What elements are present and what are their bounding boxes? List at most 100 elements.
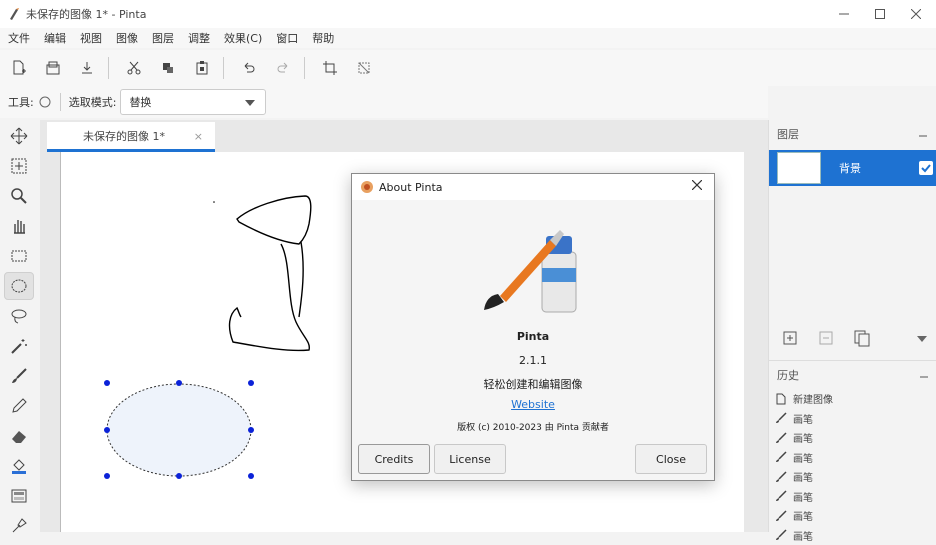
selection-handle[interactable] <box>104 473 110 479</box>
maximize-icon <box>875 9 885 19</box>
history-item[interactable]: 新建图像 <box>769 389 936 409</box>
duplicate-layer-icon[interactable] <box>853 329 871 347</box>
selection-handle[interactable] <box>104 380 110 386</box>
move-selection-tool[interactable] <box>4 152 34 180</box>
brush-stroke <box>230 244 310 350</box>
menu-window[interactable]: 窗口 <box>268 30 304 46</box>
toolbar-separator <box>304 57 305 79</box>
tab-close-button[interactable]: × <box>194 130 203 143</box>
title-bar: 未保存的图像 1* - Pinta <box>0 0 936 28</box>
paste-button[interactable] <box>187 53 217 83</box>
layer-row-background[interactable]: 背景 <box>769 150 936 186</box>
ellipse-select-icon <box>10 277 28 295</box>
eraser-tool[interactable] <box>4 422 34 450</box>
history-item-label: 画笔 <box>793 450 813 465</box>
selection-handle[interactable] <box>176 473 182 479</box>
move-selected-tool[interactable] <box>4 122 34 150</box>
zoom-tool[interactable] <box>4 182 34 210</box>
pan-tool[interactable] <box>4 212 34 240</box>
open-button[interactable] <box>38 53 68 83</box>
minimize-icon <box>839 9 849 19</box>
close-window-button[interactable] <box>898 0 934 28</box>
credits-button[interactable]: Credits <box>358 444 430 474</box>
chevron-down-icon <box>245 100 255 106</box>
deselect-button[interactable] <box>349 53 379 83</box>
toolbar-separator <box>108 57 109 79</box>
cut-button[interactable] <box>119 53 149 83</box>
document-tab[interactable]: 未保存的图像 1* × <box>47 122 215 152</box>
paintbrush-icon <box>775 471 787 483</box>
history-item[interactable]: 画笔 <box>769 487 936 507</box>
menu-layers[interactable]: 图层 <box>144 30 180 46</box>
window-title: 未保存的图像 1* - Pinta <box>26 6 146 22</box>
magic-wand-tool[interactable] <box>4 332 34 360</box>
minimize-panel-icon[interactable] <box>919 369 929 379</box>
minimize-panel-icon[interactable] <box>918 128 928 138</box>
toolbar-separator <box>223 57 224 79</box>
dialog-close-button[interactable] <box>692 179 702 194</box>
paintbrush-icon <box>775 412 787 424</box>
selection-handle[interactable] <box>248 473 254 479</box>
color-picker-tool[interactable] <box>4 512 34 540</box>
menu-help[interactable]: 帮助 <box>304 30 340 46</box>
paint-bucket-tool[interactable] <box>4 452 34 480</box>
selection-handle[interactable] <box>176 380 182 386</box>
gradient-icon <box>10 487 28 505</box>
history-item-label: 画笔 <box>793 489 813 504</box>
menu-adjustments[interactable]: 调整 <box>180 30 216 46</box>
menu-edit[interactable]: 编辑 <box>36 30 72 46</box>
history-item[interactable]: 画笔 <box>769 448 936 468</box>
history-item[interactable]: 画笔 <box>769 409 936 429</box>
add-layer-icon[interactable] <box>781 329 799 347</box>
gradient-tool[interactable] <box>4 482 34 510</box>
menu-file[interactable]: 文件 <box>0 30 36 46</box>
paintbrush-tool[interactable] <box>4 362 34 390</box>
history-item[interactable]: 画笔 <box>769 428 936 448</box>
main-toolbar <box>0 50 936 86</box>
options-separator <box>60 93 61 111</box>
history-item-label: 新建图像 <box>793 391 833 406</box>
selection-handle[interactable] <box>248 380 254 386</box>
about-dialog: About Pinta Pinta 2.1.1 轻松创建和编辑图像 Websit… <box>351 173 715 481</box>
history-item[interactable]: 画笔 <box>769 506 936 526</box>
history-item[interactable]: 画笔 <box>769 467 936 487</box>
copy-button[interactable] <box>153 53 183 83</box>
lasso-select-tool[interactable] <box>4 302 34 330</box>
pinta-logo-icon <box>360 180 374 194</box>
eraser-icon <box>10 427 28 445</box>
new-image-button[interactable] <box>4 53 34 83</box>
ellipse-selection[interactable] <box>107 384 251 476</box>
crop-button[interactable] <box>315 53 345 83</box>
delete-layer-icon[interactable] <box>817 329 835 347</box>
save-button[interactable] <box>72 53 102 83</box>
menu-view[interactable]: 视图 <box>72 30 108 46</box>
menu-effects[interactable]: 效果(C) <box>216 30 268 46</box>
undo-button[interactable] <box>234 53 264 83</box>
ellipse-select-tool[interactable] <box>4 272 34 300</box>
license-button[interactable]: License <box>434 444 506 474</box>
selection-handle[interactable] <box>248 427 254 433</box>
maximize-button[interactable] <box>862 0 898 28</box>
deselect-icon <box>356 60 372 76</box>
history-header: 历史 <box>769 361 936 389</box>
layer-visibility-checkbox[interactable] <box>919 161 933 175</box>
history-item-label: 画笔 <box>793 411 813 426</box>
select-mode-dropdown[interactable]: 替换 <box>120 89 266 115</box>
move-icon <box>10 127 28 145</box>
about-app-name: Pinta <box>352 330 714 343</box>
website-link[interactable]: Website <box>352 398 714 411</box>
move-selection-icon <box>10 157 28 175</box>
chevron-down-icon[interactable] <box>917 336 927 342</box>
rectangle-select-tool[interactable] <box>4 242 34 270</box>
selection-handle[interactable] <box>104 427 110 433</box>
layers-header: 图层 <box>769 120 936 148</box>
redo-button[interactable] <box>268 53 298 83</box>
paintbrush-icon <box>775 529 787 541</box>
paint-bucket-icon <box>10 457 28 475</box>
minimize-button[interactable] <box>826 0 862 28</box>
close-button[interactable]: Close <box>635 444 707 474</box>
eyedropper-icon <box>10 517 28 535</box>
pencil-tool[interactable] <box>4 392 34 420</box>
history-item[interactable]: 画笔 <box>769 526 936 545</box>
menu-image[interactable]: 图像 <box>108 30 144 46</box>
